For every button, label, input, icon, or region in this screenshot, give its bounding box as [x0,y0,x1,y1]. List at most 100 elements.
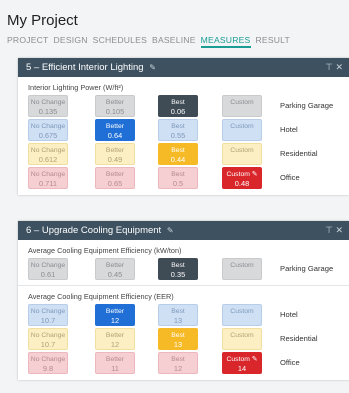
option-best-button[interactable]: Best 0.55 [158,119,198,141]
measure-card-lighting: 5 – Efficient Interior Lighting ✎ ⊤ ✕ In… [18,58,349,195]
option-value: 0.675 [38,131,58,140]
pencil-icon[interactable]: ✎ [149,63,156,72]
option-better-button[interactable]: Better 0.64 [95,119,135,141]
option-label: Better [105,99,125,106]
option-row-office: No Change 0.711 Better 0.65 Best 0.5 Custom ✎ 0… [18,165,349,189]
option-value: 0.45 [107,270,123,279]
option-no-change-button[interactable]: No Change 9.8 [28,352,68,374]
option-value: 10.7 [40,340,56,349]
building-type-label: Residential [280,334,318,343]
option-value: 0.711 [39,179,57,188]
building-type-label: Office [280,358,300,367]
option-label: Custom [230,332,254,339]
option-custom-button[interactable]: Custom [222,258,262,280]
option-best-button[interactable]: Best 0.06 [158,95,198,117]
option-better-button[interactable]: Better 12 [95,328,135,350]
filter-icon[interactable]: ⊤ [325,225,333,235]
measure-card-cooling: 6 – Upgrade Cooling Equipment ✎ ⊤ ✕ Aver… [18,221,349,380]
option-better-button[interactable]: Better 0.65 [95,167,135,189]
option-row-parking-garage: No Change 0.61 Better 0.45 Best 0.35 Custom Par… [18,256,349,280]
tab-bar: PROJECT DESIGN SCHEDULES BASELINE MEASURES RE… [7,35,349,49]
option-no-change-button[interactable]: No Change 0.61 [28,258,68,280]
option-label: Custom [230,123,254,130]
option-value: 0.35 [170,270,186,279]
option-better-button[interactable]: Better 0.45 [95,258,135,280]
option-custom-button[interactable]: Custom [222,95,262,117]
option-value: 0.64 [107,131,123,140]
option-no-change-button[interactable]: No Change 0.135 [28,95,68,117]
tab-project[interactable]: PROJECT [7,35,49,45]
option-label: No Change [30,262,66,269]
building-type-label: Hotel [280,125,298,134]
filter-icon[interactable]: ⊤ [325,62,333,72]
close-icon[interactable]: ✕ [335,225,343,235]
option-grid: No Change 10.7 Better 12 Best 13 Custom Hotel No… [18,302,349,374]
pencil-icon[interactable]: ✎ [250,171,258,178]
building-type-label: Hotel [280,310,298,319]
option-value: 0.5 [172,179,184,188]
option-label: Best [171,171,185,178]
tab-result[interactable]: RESULT [256,35,290,45]
option-label: Best [171,308,185,315]
pencil-icon[interactable]: ✎ [250,356,258,363]
option-label: Custom [230,99,254,106]
option-better-button[interactable]: Better 0.105 [95,95,135,117]
measure-title: 5 – Efficient Interior Lighting [26,62,144,73]
option-label: Better [105,262,125,269]
option-best-button[interactable]: Best 0.35 [158,258,198,280]
option-row-parking-garage: No Change 0.135 Better 0.105 Best 0.06 Custom P… [18,93,349,117]
option-best-button[interactable]: Best 12 [158,352,198,374]
option-label: Better [105,147,125,154]
pencil-icon[interactable]: ✎ [167,226,174,235]
option-label: Custom [226,356,250,363]
option-custom-button[interactable]: Custom ✎ 0.48 [222,167,262,189]
option-label: Best [171,262,185,269]
option-value: 0.61 [40,270,56,279]
option-no-change-button[interactable]: No Change 10.7 [28,328,68,350]
option-custom-button[interactable]: Custom ✎ 14 [222,352,262,374]
option-grid: No Change 0.135 Better 0.105 Best 0.06 Custom P… [18,93,349,189]
option-best-button[interactable]: Best 0.5 [158,167,198,189]
option-value: 0.612 [38,155,58,164]
option-best-button[interactable]: Best 13 [158,304,198,326]
option-label: Custom [230,262,254,269]
option-no-change-button[interactable]: No Change 0.612 [28,143,68,165]
measure-header[interactable]: 5 – Efficient Interior Lighting ✎ ⊤ ✕ [18,58,349,77]
option-label: No Change [30,147,66,154]
option-label: Better [105,171,125,178]
option-better-button[interactable]: Better 11 [95,352,135,374]
tab-baseline[interactable]: BASELINE [152,35,196,45]
option-value: 0.49 [107,155,123,164]
option-custom-button[interactable]: Custom [222,304,262,326]
option-custom-button[interactable]: Custom [222,143,262,165]
measure-header[interactable]: 6 – Upgrade Cooling Equipment ✎ ⊤ ✕ [18,221,349,240]
option-label: Custom [230,147,254,154]
option-label: Custom [230,308,254,315]
option-better-button[interactable]: Better 0.49 [95,143,135,165]
option-no-change-button[interactable]: No Change 10.7 [28,304,68,326]
project-title: My Project [7,12,78,29]
option-label: Best [171,332,185,339]
option-label: Best [171,123,185,130]
option-grid: No Change 0.61 Better 0.45 Best 0.35 Custom Par… [18,256,349,280]
option-best-button[interactable]: Best 13 [158,328,198,350]
building-type-label: Parking Garage [280,101,334,110]
close-icon[interactable]: ✕ [335,62,343,72]
option-label: No Change [30,356,66,363]
option-no-change-button[interactable]: No Change 0.711 [28,167,68,189]
tab-design[interactable]: DESIGN [54,35,88,45]
option-value: 11 [111,364,119,373]
option-no-change-button[interactable]: No Change 0.675 [28,119,68,141]
option-label: No Change [30,123,66,130]
option-value: 0.105 [105,107,125,116]
measure-title: 6 – Upgrade Cooling Equipment [26,225,162,236]
tab-schedules[interactable]: SCHEDULES [93,35,147,45]
option-label: No Change [30,332,66,339]
option-best-button[interactable]: Best 0.44 [158,143,198,165]
tab-measures[interactable]: MEASURES [200,35,251,48]
option-value: 0.65 [107,179,123,188]
option-label: No Change [30,171,66,178]
option-custom-button[interactable]: Custom [222,328,262,350]
option-better-button[interactable]: Better 12 [95,304,135,326]
option-custom-button[interactable]: Custom [222,119,262,141]
